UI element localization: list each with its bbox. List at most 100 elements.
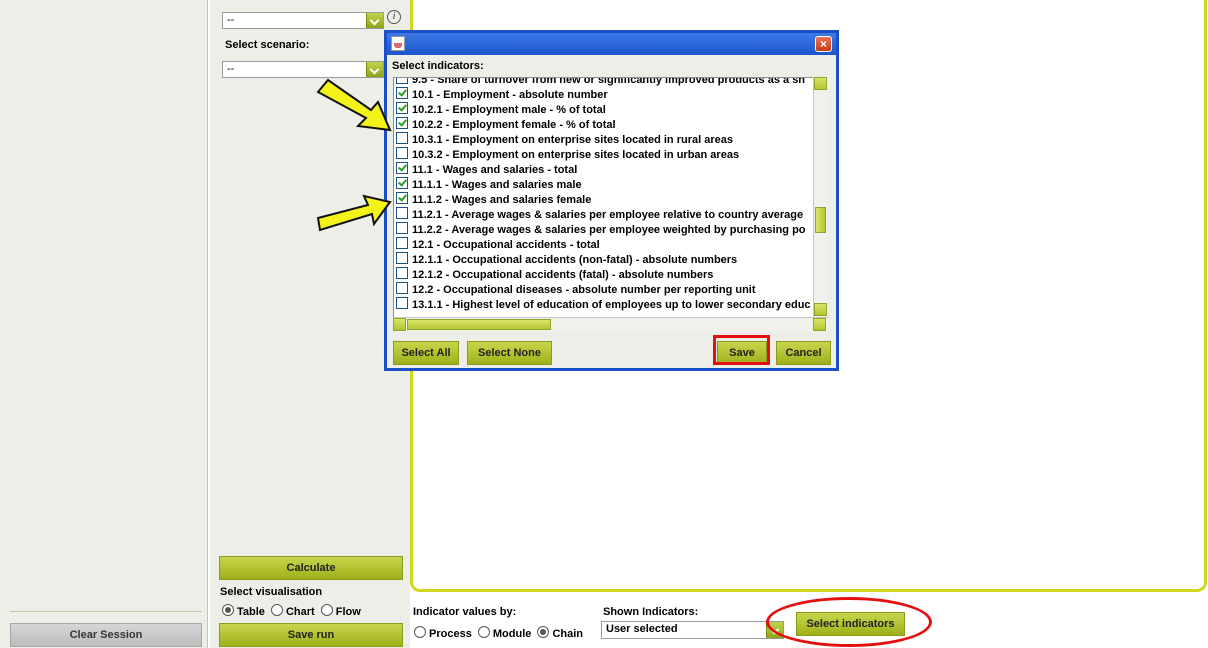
indicator-label: 10.2.2 - Employment female - % of total xyxy=(412,119,616,131)
highlight-oval xyxy=(766,597,932,647)
shown-indicators-label: Shown Indicators: xyxy=(603,606,699,618)
visualisation-label: Select visualisation xyxy=(220,586,323,598)
indicator-list-item[interactable]: 11.2.2 - Average wages & salaries per em… xyxy=(396,222,816,237)
scroll-down-icon[interactable] xyxy=(814,303,827,316)
indicator-label: 10.1 - Employment - absolute number xyxy=(412,89,608,101)
radio-dot-icon[interactable] xyxy=(270,604,283,616)
scenario-label: Select scenario: xyxy=(225,39,310,51)
indicator-label: 11.2.2 - Average wages & salaries per em… xyxy=(412,224,806,236)
checkbox[interactable] xyxy=(396,207,408,219)
top-select-value: -- xyxy=(227,14,235,26)
arrow-icon xyxy=(316,194,392,232)
indicator-list-item[interactable]: 9.5 - Share of turnover from new or sign… xyxy=(396,77,816,87)
checkbox[interactable] xyxy=(396,192,408,204)
close-icon[interactable]: × xyxy=(815,36,832,52)
values-by-radio-group: Process Module Chain xyxy=(414,626,583,640)
indicator-label: 11.1.1 - Wages and salaries male xyxy=(412,179,582,191)
indicator-label: 12.1.2 - Occupational accidents (fatal) … xyxy=(412,269,714,281)
radio-dot-icon[interactable] xyxy=(320,604,333,616)
radio-flow[interactable]: Flow xyxy=(320,604,361,618)
indicator-label: 12.1.1 - Occupational accidents (non-fat… xyxy=(412,254,738,266)
visualisation-radio-group: Table Chart Flow xyxy=(222,604,361,618)
chevron-down-icon[interactable] xyxy=(366,13,383,28)
highlight-box xyxy=(713,335,770,365)
checkbox[interactable] xyxy=(396,117,408,129)
values-by-label: Indicator values by: xyxy=(413,606,517,618)
indicator-list-item[interactable]: 10.2.2 - Employment female - % of total xyxy=(396,117,816,132)
indicator-list-item[interactable]: 11.2.1 - Average wages & salaries per em… xyxy=(396,207,816,222)
scroll-up-icon[interactable] xyxy=(814,77,827,90)
top-select[interactable]: -- xyxy=(222,12,384,29)
radio-chain[interactable]: Chain xyxy=(537,626,583,640)
left-panel xyxy=(0,0,208,648)
shown-indicators-value: User selected xyxy=(606,623,678,635)
indicator-list-item[interactable]: 10.3.1 - Employment on enterprise sites … xyxy=(396,132,816,147)
indicator-list-item[interactable]: 11.1 - Wages and salaries - total xyxy=(396,162,816,177)
radio-module[interactable]: Module xyxy=(477,626,531,640)
indicator-list-item[interactable]: 13.1.1 - Highest level of education of e… xyxy=(396,297,816,312)
checkbox[interactable] xyxy=(396,297,408,309)
radio-dot-icon[interactable] xyxy=(537,626,550,638)
indicator-list-item[interactable]: 12.1.1 - Occupational accidents (non-fat… xyxy=(396,252,816,267)
scenario-select-value: -- xyxy=(227,63,235,75)
indicator-label: 11.1.2 - Wages and salaries female xyxy=(412,194,592,206)
indicator-label: 11.2.1 - Average wages & salaries per em… xyxy=(412,209,804,221)
indicator-label: 10.3.1 - Employment on enterprise sites … xyxy=(412,134,733,146)
select-all-button[interactable]: Select All xyxy=(393,341,459,365)
horizontal-scrollbar[interactable] xyxy=(393,317,829,332)
indicator-label: 10.3.2 - Employment on enterprise sites … xyxy=(412,149,740,161)
arrow-icon xyxy=(316,78,392,132)
checkbox[interactable] xyxy=(396,252,408,264)
clear-session-button[interactable]: Clear Session xyxy=(10,623,202,647)
calculate-button[interactable]: Calculate xyxy=(219,556,403,580)
checkbox[interactable] xyxy=(396,222,408,234)
indicator-label: 13.1.1 - Highest level of education of e… xyxy=(412,299,811,311)
indicator-label: 11.1 - Wages and salaries - total xyxy=(412,164,578,176)
scroll-left-icon[interactable] xyxy=(393,318,406,331)
indicator-list-item[interactable]: 11.1.2 - Wages and salaries female xyxy=(396,192,816,207)
indicator-list-item[interactable]: 12.1 - Occupational accidents - total xyxy=(396,237,816,252)
radio-chart[interactable]: Chart xyxy=(270,604,315,618)
vertical-scrollbar[interactable] xyxy=(813,77,828,331)
indicator-list-item[interactable]: 12.2 - Occupational diseases - absolute … xyxy=(396,282,816,297)
indicator-list-item[interactable]: 10.2.1 - Employment male - % of total xyxy=(396,102,816,117)
scroll-thumb[interactable] xyxy=(815,207,826,233)
indicator-list[interactable]: 9.5 - Share of turnover from new or sign… xyxy=(393,77,821,331)
divider xyxy=(10,611,202,612)
scenario-select[interactable]: -- xyxy=(222,61,384,78)
checkbox[interactable] xyxy=(396,132,408,144)
checkbox[interactable] xyxy=(396,282,408,294)
shown-indicators-select[interactable]: User selected xyxy=(601,621,784,639)
checkbox[interactable] xyxy=(396,177,408,189)
dialog-titlebar[interactable]: × xyxy=(387,33,836,55)
indicator-list-item[interactable]: 12.1.2 - Occupational accidents (fatal) … xyxy=(396,267,816,282)
info-icon[interactable]: i xyxy=(387,10,401,24)
indicator-list-item[interactable]: 11.1.1 - Wages and salaries male xyxy=(396,177,816,192)
checkbox[interactable] xyxy=(396,147,408,159)
radio-process[interactable]: Process xyxy=(414,626,472,640)
indicator-label: 12.1 - Occupational accidents - total xyxy=(412,239,600,251)
cancel-button[interactable]: Cancel xyxy=(776,341,831,365)
indicator-list-item[interactable]: 10.1 - Employment - absolute number xyxy=(396,87,816,102)
radio-dot-icon[interactable] xyxy=(477,626,490,638)
checkbox[interactable] xyxy=(396,78,408,84)
checkbox[interactable] xyxy=(396,267,408,279)
checkbox[interactable] xyxy=(396,237,408,249)
scroll-thumb[interactable] xyxy=(407,319,551,330)
scroll-right-icon[interactable] xyxy=(813,318,826,331)
checkbox[interactable] xyxy=(396,162,408,174)
indicator-label: 12.2 - Occupational diseases - absolute … xyxy=(412,284,756,296)
radio-dot-icon[interactable] xyxy=(222,604,234,616)
indicator-label: 9.5 - Share of turnover from new or sign… xyxy=(412,77,806,86)
indicator-list-item[interactable]: 10.3.2 - Employment on enterprise sites … xyxy=(396,147,816,162)
checkbox[interactable] xyxy=(396,87,408,99)
indicator-label: 10.2.1 - Employment male - % of total xyxy=(412,104,606,116)
radio-dot-icon[interactable] xyxy=(414,626,426,638)
chevron-down-icon[interactable] xyxy=(366,62,383,77)
select-none-button[interactable]: Select None xyxy=(467,341,552,365)
select-indicators-dialog: × Select indicators: 9.5 - Share of turn… xyxy=(384,30,839,371)
java-icon xyxy=(391,36,405,51)
radio-table[interactable]: Table xyxy=(222,604,265,618)
save-run-button[interactable]: Save run xyxy=(219,623,403,647)
checkbox[interactable] xyxy=(396,102,408,114)
